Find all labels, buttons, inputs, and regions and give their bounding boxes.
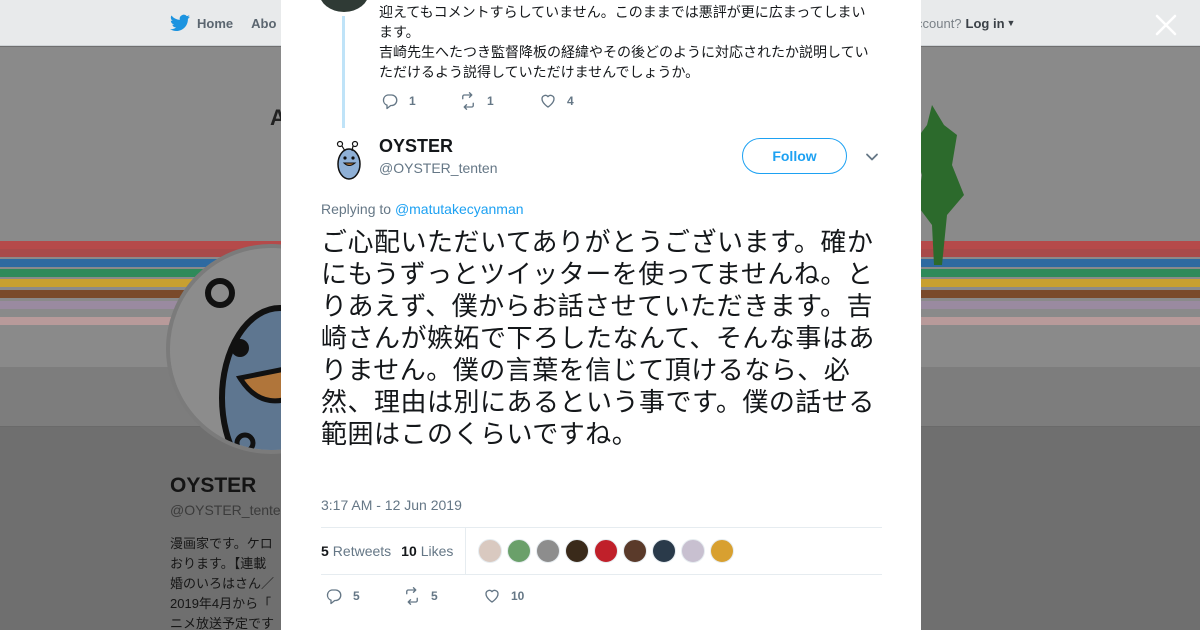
liker-avatar[interactable] (536, 539, 561, 563)
author-name[interactable]: OYSTER (379, 136, 453, 157)
tweet-permalink-modal: 迎えてもコメントすらしていません。このままでは悪評が更に広まってしまいます。 吉… (281, 0, 921, 630)
nav-home-label: Home (197, 15, 234, 31)
heart-icon (485, 589, 499, 603)
retweets-label: Retweets (332, 543, 392, 559)
parent-like-button[interactable]: 4 (539, 92, 574, 110)
likes-stat[interactable]: 10 Likes (401, 543, 453, 559)
parent-reply-button[interactable]: 1 (381, 92, 459, 110)
account-prompt: ccount? (916, 15, 962, 31)
retweet-icon (406, 587, 418, 605)
heart-icon (541, 94, 555, 108)
retweet-count: 5 (431, 589, 438, 603)
like-count: 10 (511, 589, 525, 603)
retweet-button[interactable]: 5 (403, 587, 483, 605)
close-icon[interactable] (1152, 11, 1180, 39)
parent-tweet-actions: 1 1 4 (381, 92, 574, 110)
liker-avatar[interactable] (623, 539, 648, 563)
liker-avatars (478, 539, 735, 563)
author-handle[interactable]: @OYSTER_tenten (379, 160, 498, 176)
parent-like-count: 4 (567, 94, 574, 108)
twitter-bird-icon (170, 14, 190, 32)
tweet-text: ご心配いただいてありがとうございます。確かにもうずっとツイッターを使ってませんね… (321, 227, 875, 449)
profile-name: OYSTER (170, 474, 257, 497)
reply-count: 5 (353, 589, 360, 603)
login-area: ccount? Log in ▼ (916, 0, 1015, 46)
stats-divider (465, 527, 467, 575)
follow-button[interactable]: Follow (742, 138, 847, 174)
profile-handle: @OYSTER_tente (170, 502, 281, 518)
nav-about[interactable]: Abo (251, 16, 276, 31)
liker-avatar[interactable] (478, 539, 503, 563)
thread-connector-line (342, 16, 345, 128)
reply-button[interactable]: 5 (325, 587, 403, 605)
tweet-actions: 5 5 10 (325, 587, 524, 605)
replying-to-link[interactable]: @matutakecyanman (395, 201, 524, 217)
parent-retweet-button[interactable]: 1 (459, 92, 539, 110)
replying-to: Replying to @matutakecyanman (321, 201, 524, 217)
nav-home[interactable]: Home (170, 14, 233, 32)
likes-count: 10 (401, 543, 417, 559)
parent-reply-count: 1 (409, 94, 416, 108)
reply-icon (382, 94, 398, 110)
tweet-stats: 5 Retweets 10 Likes (321, 527, 882, 575)
author-avatar-image (325, 138, 369, 182)
login-link[interactable]: Log in (966, 16, 1005, 31)
parent-retweet-count: 1 (487, 94, 494, 108)
reply-icon (326, 589, 342, 605)
retweets-count: 5 (321, 543, 329, 559)
chevron-down-icon: ▼ (1006, 18, 1016, 28)
parent-tweet-avatar[interactable] (319, 0, 369, 12)
like-button[interactable]: 10 (483, 587, 524, 605)
author-avatar[interactable] (325, 138, 369, 182)
nav-about-label: Abo (251, 15, 277, 31)
liker-avatar[interactable] (507, 539, 532, 563)
liker-avatar[interactable] (565, 539, 590, 563)
liker-avatar[interactable] (681, 539, 706, 563)
parent-tweet-text: 迎えてもコメントすらしていません。このままでは悪評が更に広まってしまいます。 吉… (379, 4, 869, 80)
likes-label: Likes (420, 543, 454, 559)
liker-avatar[interactable] (594, 539, 619, 563)
liker-avatar[interactable] (652, 539, 677, 563)
retweet-icon (462, 92, 474, 110)
liker-avatar[interactable] (710, 539, 735, 563)
tweet-timestamp[interactable]: 3:17 AM - 12 Jun 2019 (321, 497, 462, 513)
replying-prefix: Replying to (321, 201, 392, 217)
chevron-down-icon[interactable] (865, 150, 879, 164)
retweets-stat[interactable]: 5 Retweets (321, 543, 391, 559)
profile-bio: 漫画家です。ケロ おります。【連載 婚のいろはさん／ 2019年4月から「 ニメ… (170, 536, 275, 630)
